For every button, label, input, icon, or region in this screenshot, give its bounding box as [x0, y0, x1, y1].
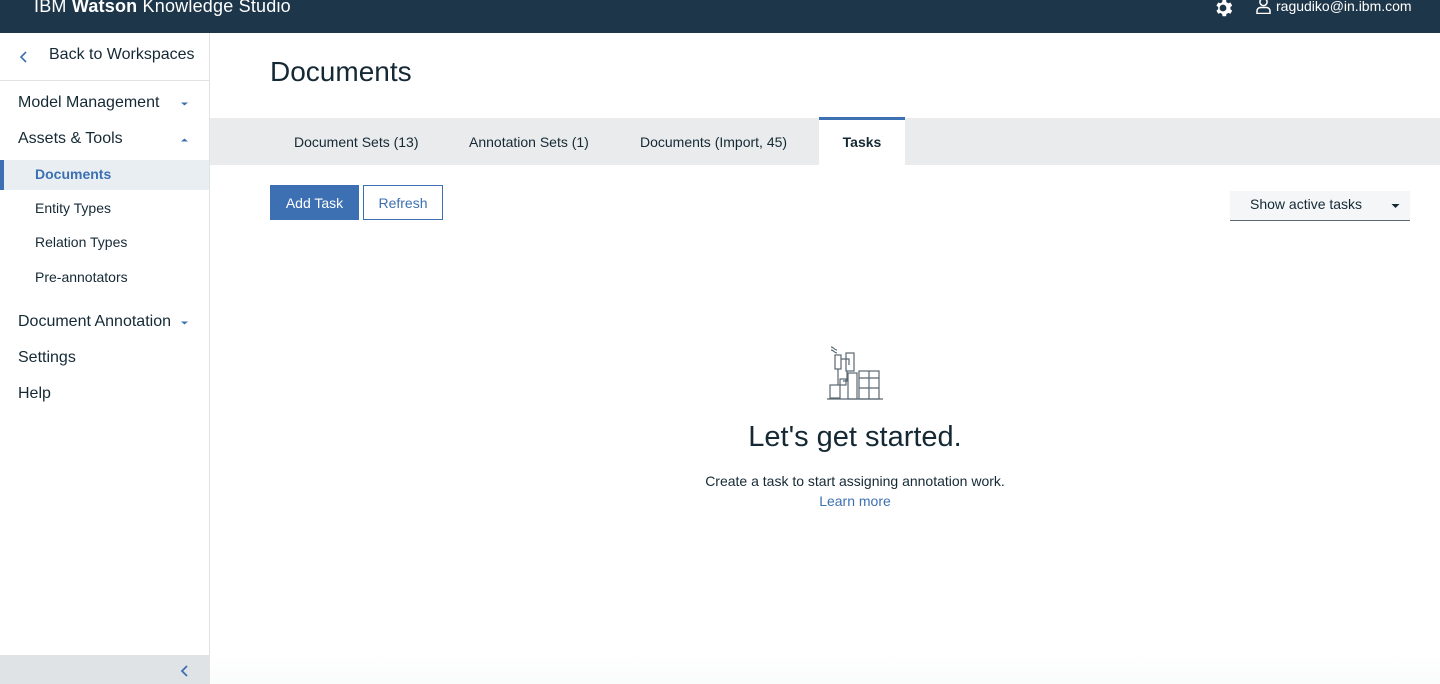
- user-menu[interactable]: ragudiko@in.ibm.com: [1256, 0, 1412, 14]
- page-title: Documents: [270, 56, 412, 87]
- nav-settings[interactable]: Settings: [18, 349, 76, 367]
- tab-tasks[interactable]: Tasks: [819, 117, 905, 165]
- sidebar-item-relation-types[interactable]: Relation Types: [0, 228, 209, 258]
- nav-assets-tools[interactable]: Assets & Tools: [18, 130, 123, 148]
- refresh-button[interactable]: Refresh: [363, 185, 443, 220]
- caret-up-icon[interactable]: [180, 137, 189, 143]
- app-brand: IBM Watson Knowledge Studio: [34, 0, 291, 17]
- brand-prefix: IBM: [34, 0, 67, 16]
- gear-icon[interactable]: [1213, 0, 1233, 18]
- nav-document-annotation[interactable]: Document Annotation: [18, 313, 171, 331]
- task-filter-value: Show active tasks: [1250, 196, 1363, 212]
- tab-annotation-sets[interactable]: Annotation Sets (1): [469, 118, 589, 165]
- bottom-fade: [210, 655, 1440, 684]
- empty-state-title: Let's get started.: [748, 421, 962, 453]
- sidebar-item-entity-types[interactable]: Entity Types: [0, 194, 209, 224]
- chevron-left-icon: [180, 665, 188, 677]
- empty-state-text: Create a task to start assigning annotat…: [705, 473, 1005, 489]
- top-header: IBM Watson Knowledge Studio ragudiko@in.…: [0, 0, 1440, 33]
- tab-document-sets[interactable]: Document Sets (13): [294, 118, 419, 165]
- caret-down-icon: [1391, 204, 1400, 208]
- sidebar: Back to Workspaces Model Management Asse…: [0, 33, 210, 684]
- brand-suffix: Knowledge Studio: [142, 0, 291, 16]
- sidebar-item-documents[interactable]: Documents: [0, 160, 209, 190]
- sidebar-item-pre-annotators[interactable]: Pre-annotators: [0, 263, 209, 293]
- back-label: Back to Workspaces: [49, 46, 195, 63]
- learn-more-link[interactable]: Learn more: [655, 493, 1055, 509]
- chevron-left-icon: [19, 51, 27, 63]
- user-icon: [1256, 0, 1271, 14]
- nav-help[interactable]: Help: [18, 385, 51, 403]
- sidebar-item-label: Documents: [35, 166, 112, 182]
- tab-bar: Document Sets (13) Annotation Sets (1) D…: [210, 117, 1440, 165]
- task-filter-dropdown[interactable]: Show active tasks: [1230, 191, 1410, 221]
- sidebar-item-label: Pre-annotators: [35, 269, 128, 285]
- sidebar-item-label: Entity Types: [35, 200, 112, 216]
- user-email: ragudiko@in.ibm.com: [1276, 0, 1412, 14]
- brand-bold: Watson: [71, 0, 138, 16]
- sidebar-collapse-button[interactable]: [0, 655, 209, 684]
- empty-state-illustration-icon: [827, 346, 883, 400]
- nav-model-management[interactable]: Model Management: [18, 94, 159, 112]
- sidebar-item-label: Relation Types: [35, 234, 128, 250]
- caret-down-icon[interactable]: [180, 320, 189, 326]
- caret-down-icon[interactable]: [180, 101, 189, 107]
- tab-documents-import[interactable]: Documents (Import, 45): [640, 118, 787, 165]
- back-to-workspaces-link[interactable]: Back to Workspaces: [0, 33, 209, 81]
- add-task-button[interactable]: Add Task: [270, 185, 359, 220]
